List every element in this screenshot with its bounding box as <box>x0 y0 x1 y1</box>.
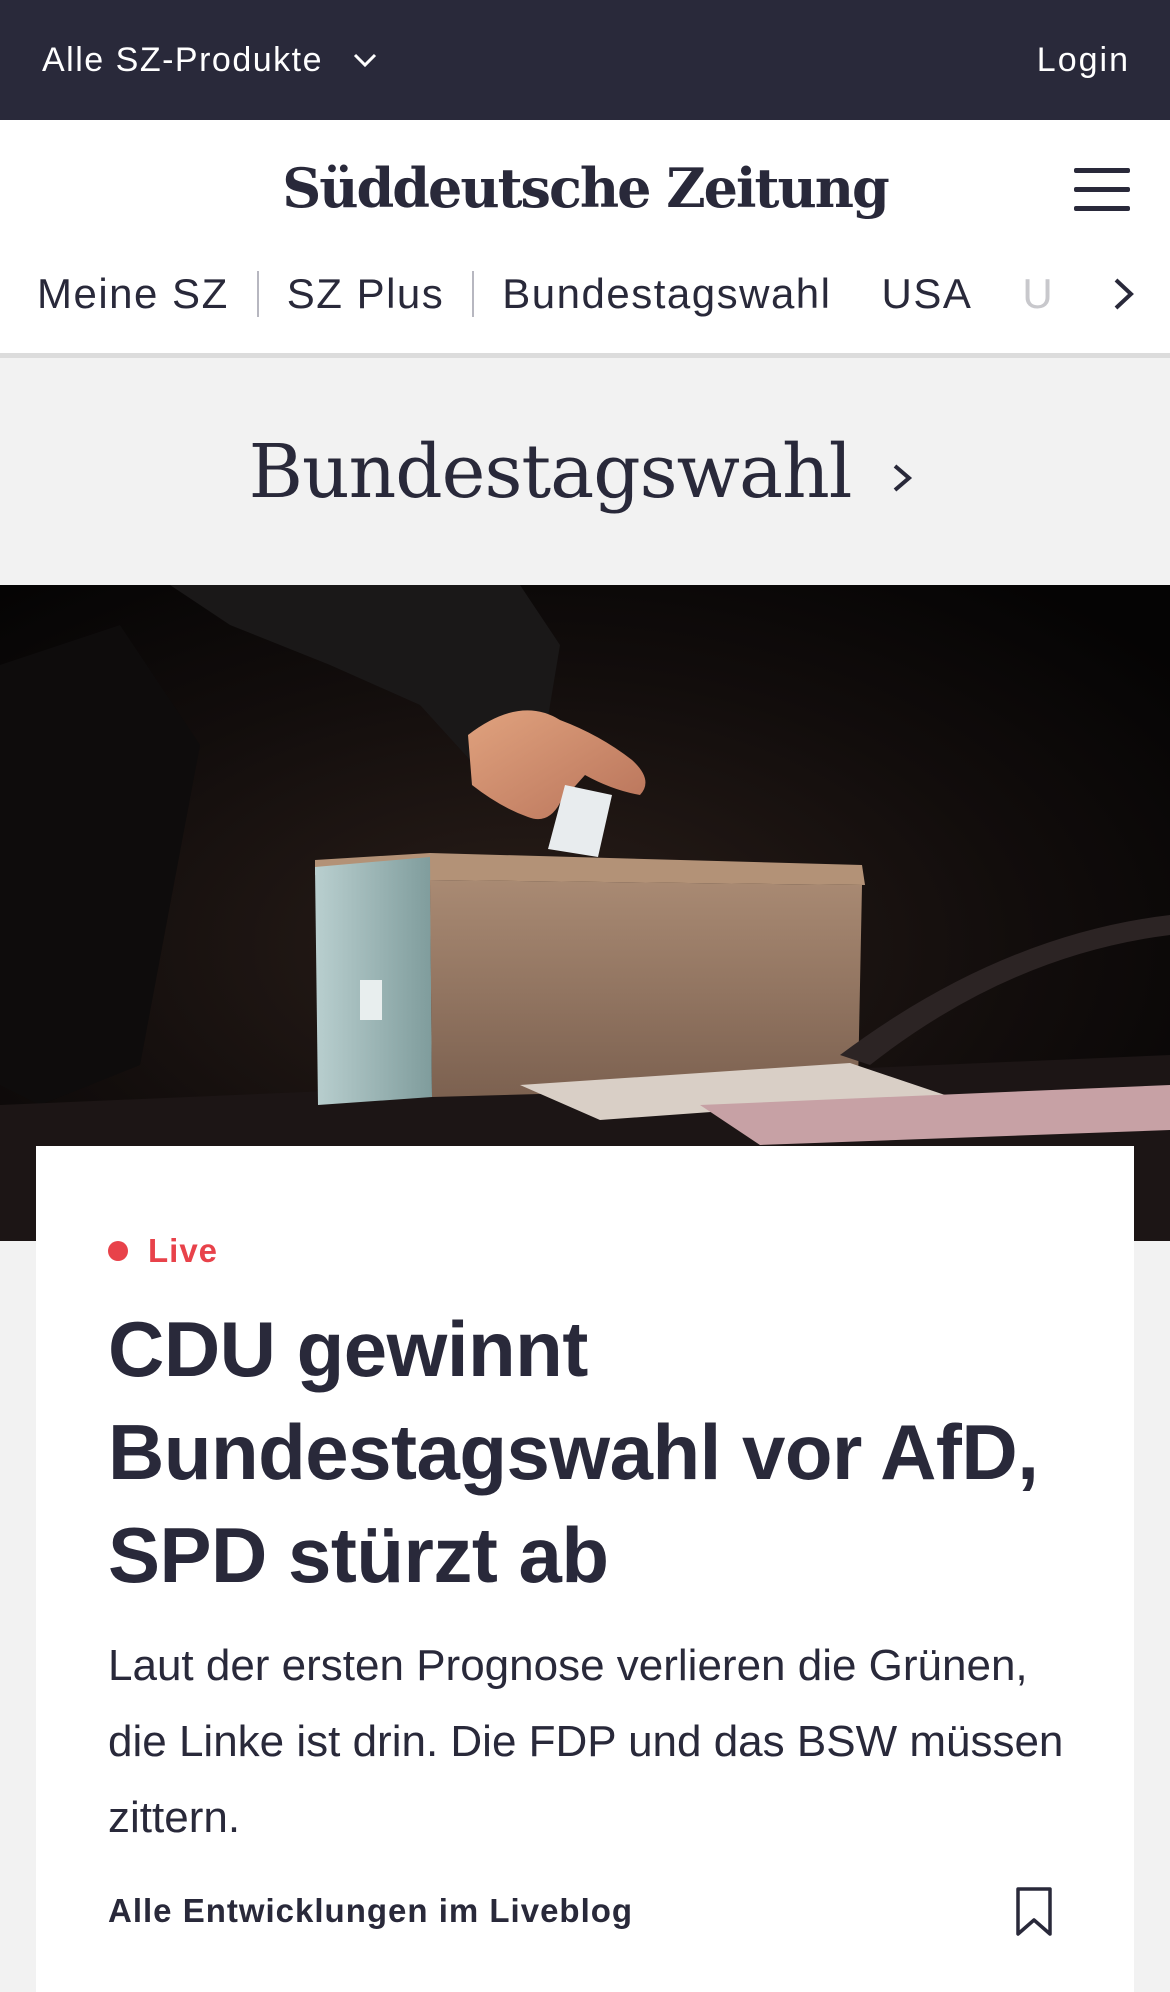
site-header: Süddeutsche Zeitung Meine SZ SZ Plus Bun… <box>0 120 1170 358</box>
chevron-down-icon <box>353 53 377 68</box>
chevron-right-icon[interactable] <box>1104 272 1144 316</box>
ballot-box-photo <box>0 585 1170 1241</box>
nav-item-meine-sz[interactable]: Meine SZ <box>37 270 229 318</box>
nav-item-partial[interactable]: U <box>1022 270 1054 318</box>
nav-divider <box>256 271 259 317</box>
nav-item-bundestagswahl[interactable]: Bundestagswahl <box>502 270 831 318</box>
article-teaser: Laut der ersten Prognose verlieren die G… <box>108 1641 1064 1842</box>
hamburger-menu-icon[interactable] <box>1074 168 1130 212</box>
all-products-label: Alle SZ-Produkte <box>42 40 323 79</box>
article-teaser-card[interactable]: Live CDU gewinnt Bundestagswahl vor AfD,… <box>36 1146 1134 1992</box>
live-badge: Live <box>108 1232 218 1270</box>
ressort-nav: Meine SZ SZ Plus Bundestagswahl USA U <box>0 238 1170 350</box>
top-bar: Alle SZ-Produkte Login <box>0 0 1170 120</box>
chevron-right-icon <box>894 463 913 492</box>
live-label: Live <box>148 1232 219 1269</box>
section-header-bundestagswahl[interactable]: Bundestagswahl <box>0 358 1170 585</box>
nav-item-sz-plus[interactable]: SZ Plus <box>287 270 445 318</box>
hero-image[interactable] <box>0 585 1170 1241</box>
liveblog-link[interactable]: Alle Entwicklungen im Liveblog <box>108 1892 633 1930</box>
sz-logo[interactable]: Süddeutsche Zeitung <box>0 156 1170 220</box>
login-link[interactable]: Login <box>1037 0 1130 120</box>
live-dot-icon <box>108 1241 128 1261</box>
nav-divider <box>472 271 475 317</box>
article-headline[interactable]: CDU gewinnt Bundestagswahl vor AfD, SPD … <box>108 1298 1068 1607</box>
all-products-dropdown[interactable]: Alle SZ-Produkte <box>42 0 385 120</box>
bookmark-icon[interactable] <box>1014 1886 1054 1938</box>
nav-item-usa[interactable]: USA <box>882 270 973 318</box>
section-title: Bundestagswahl <box>248 428 853 515</box>
